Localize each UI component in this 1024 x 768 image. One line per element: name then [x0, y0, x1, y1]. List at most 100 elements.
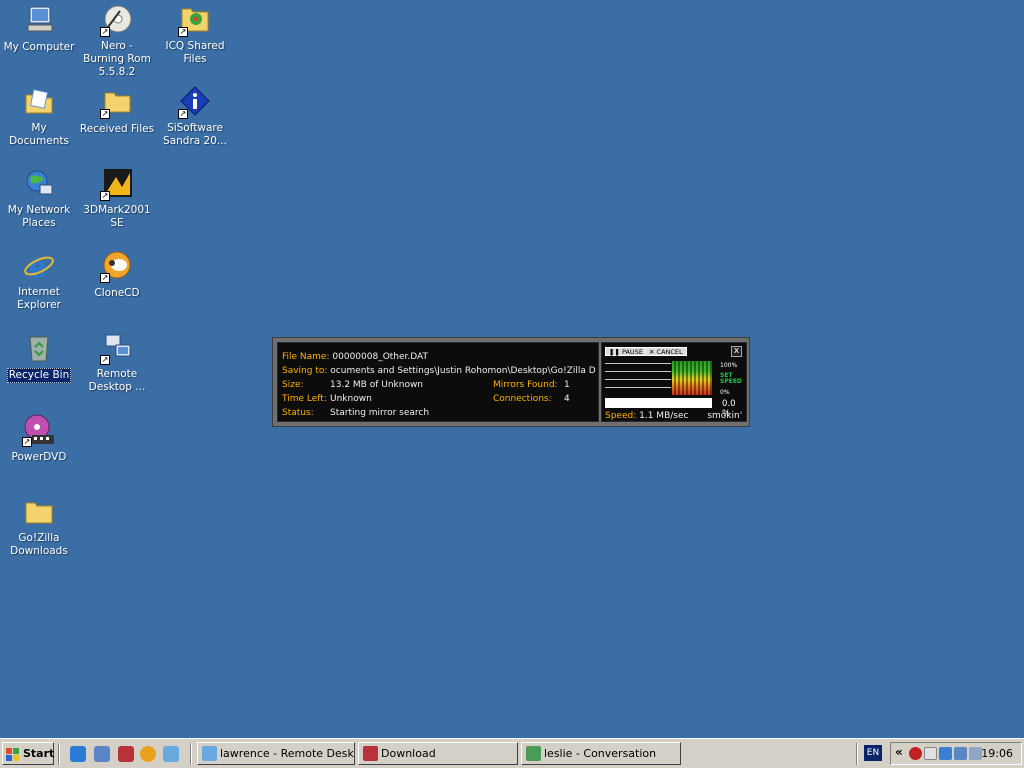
tray-expand-chevron-icon[interactable]: « [895, 745, 903, 759]
speed-value: 1.1 MB/sec [639, 411, 689, 421]
desktop-icon-my-computer[interactable]: My Computer [0, 3, 78, 54]
download-progress-bar [605, 398, 712, 408]
taskbar: Start lawrence - Remote Desktop Download… [0, 738, 1024, 768]
tray-connection-icon[interactable] [969, 747, 982, 760]
pause-icon: ❚❚ [609, 348, 620, 356]
task-download[interactable]: Download [358, 742, 518, 765]
tray-app-icon[interactable] [909, 747, 922, 760]
tray-users-icon[interactable] [939, 747, 952, 760]
task-conversation[interactable]: leslie - Conversation [521, 742, 681, 765]
speed-label: Speed: [605, 411, 637, 421]
shortcut-arrow-icon: ↗ [178, 27, 188, 37]
taskbar-separator [190, 743, 192, 765]
meter-scale-top: 100% [720, 362, 738, 369]
download-window[interactable]: File Name: 00000008_Other.DAT Saving to:… [272, 337, 750, 427]
mirrors-found-label: Mirrors Found: [493, 380, 558, 390]
messenger-icon [526, 746, 541, 761]
mirrors-found-value: 1 [564, 380, 570, 390]
clonecd-sheep-icon: ↗ [100, 249, 134, 283]
internet-explorer-icon: e [22, 249, 56, 283]
icon-label: CloneCD [94, 287, 140, 299]
system-tray: « 19:06 [890, 742, 1022, 765]
connections-label: Connections: [493, 394, 552, 404]
icon-label: PowerDVD [11, 451, 67, 463]
remote-desktop-icon: ↗ [100, 331, 134, 365]
task-label: lawrence - Remote Desktop [220, 747, 354, 760]
desktop-icon-sisoftware-sandra[interactable]: ↗ SiSoftware Sandra 20... [156, 85, 234, 148]
icon-label: Recycle Bin [6, 368, 72, 383]
cancel-button[interactable]: ✕ CANCEL [645, 347, 687, 356]
speed-meter [672, 361, 712, 395]
time-left-value: Unknown [330, 394, 372, 404]
pause-label: PAUSE [621, 348, 643, 356]
task-remote-desktop[interactable]: lawrence - Remote Desktop [197, 742, 355, 765]
icon-label: My Documents [9, 122, 69, 147]
tray-network-icon[interactable] [924, 747, 937, 760]
connections-value: 4 [564, 394, 570, 404]
icon-label: 3DMark2001 SE [83, 204, 151, 229]
3dmark-icon: ↗ [100, 167, 134, 201]
status-label: Status: [282, 408, 314, 418]
speed-history-lines [605, 363, 671, 395]
icon-label: SiSoftware Sandra 20... [163, 122, 227, 147]
icon-label: ICQ Shared Files [165, 40, 225, 65]
cancel-label: CANCEL [656, 348, 683, 356]
desktop-icon-gozilla-downloads[interactable]: Go!Zilla Downloads [0, 495, 78, 558]
desktop-icon-remote-desktop[interactable]: ↗ Remote Desktop ... [78, 331, 156, 394]
svg-text:e: e [28, 250, 47, 283]
meter-scale: 100% [720, 362, 737, 369]
documents-folder-icon [22, 85, 56, 119]
language-indicator[interactable]: EN [864, 745, 882, 761]
icon-label: My Computer [3, 41, 75, 53]
quicklaunch-browser-icon[interactable] [94, 746, 110, 762]
icon-label: My Network Places [7, 204, 71, 229]
desktop-icon-powerdvd[interactable]: ↗ PowerDVD [0, 413, 78, 464]
quicklaunch-desktop-icon[interactable] [163, 746, 179, 762]
speed-readout: Speed: 1.1 MB/sec smokin' [605, 411, 742, 421]
file-name-value: 00000008_Other.DAT [332, 352, 429, 362]
speed-word: smokin' [707, 411, 743, 421]
icon-label: Go!Zilla Downloads [10, 532, 68, 557]
desktop-icon-icq-shared-files[interactable]: ↗ ICQ Shared Files [156, 3, 234, 66]
sandra-info-icon: ↗ [178, 85, 212, 119]
close-button[interactable]: x [731, 346, 742, 357]
quicklaunch-media-player-icon[interactable] [140, 746, 156, 762]
recycle-bin-icon [22, 331, 56, 365]
desktop-icon-received-files[interactable]: ↗ Received Files [78, 85, 156, 136]
set-speed-control[interactable]: SET SPEED [720, 373, 746, 385]
saving-to-value: ocuments and Settings\Justin Rohomon\Des… [330, 366, 596, 376]
shortcut-arrow-icon: ↗ [100, 27, 110, 37]
desktop-icon-internet-explorer[interactable]: e Internet Explorer [0, 249, 78, 312]
file-name-label: File Name: [282, 352, 330, 362]
shortcut-arrow-icon: ↗ [100, 191, 110, 201]
desktop-icon-nero[interactable]: ↗ Nero - Burning Rom 5.5.8.2 [78, 3, 156, 79]
task-label: leslie - Conversation [544, 747, 657, 760]
remote-desktop-icon [202, 746, 217, 761]
desktop-icon-3dmark2001[interactable]: ↗ 3DMark2001 SE [78, 167, 156, 230]
download-app-icon [363, 746, 378, 761]
network-globe-icon [22, 167, 56, 201]
desktop-icon-clonecd[interactable]: ↗ CloneCD [78, 249, 156, 300]
shortcut-arrow-icon: ↗ [100, 109, 110, 119]
folder-icon [22, 495, 56, 529]
icon-label: Nero - Burning Rom 5.5.8.2 [83, 40, 151, 78]
taskbar-separator [856, 743, 858, 765]
desktop-icon-my-documents[interactable]: My Documents [0, 85, 78, 148]
start-button[interactable]: Start [2, 742, 54, 765]
nero-disc-icon: ↗ [100, 3, 134, 37]
tray-monitor-icon[interactable] [954, 747, 967, 760]
desktop-icon-recycle-bin[interactable]: Recycle Bin [0, 331, 78, 383]
icon-label: Internet Explorer [17, 286, 61, 311]
shortcut-arrow-icon: ↗ [100, 355, 110, 365]
start-label: Start [23, 747, 55, 760]
quicklaunch-app-icon[interactable] [118, 746, 134, 762]
task-label: Download [381, 747, 436, 760]
desktop-icon-my-network-places[interactable]: My Network Places [0, 167, 78, 230]
icq-folder-icon: ↗ [178, 3, 212, 37]
quicklaunch-ie-icon[interactable] [70, 746, 86, 762]
folder-icon: ↗ [100, 85, 134, 119]
size-label: Size: [282, 380, 304, 390]
pause-button[interactable]: ❚❚ PAUSE [605, 347, 647, 356]
clock[interactable]: 19:06 [981, 747, 1013, 760]
shortcut-arrow-icon: ↗ [22, 437, 32, 447]
